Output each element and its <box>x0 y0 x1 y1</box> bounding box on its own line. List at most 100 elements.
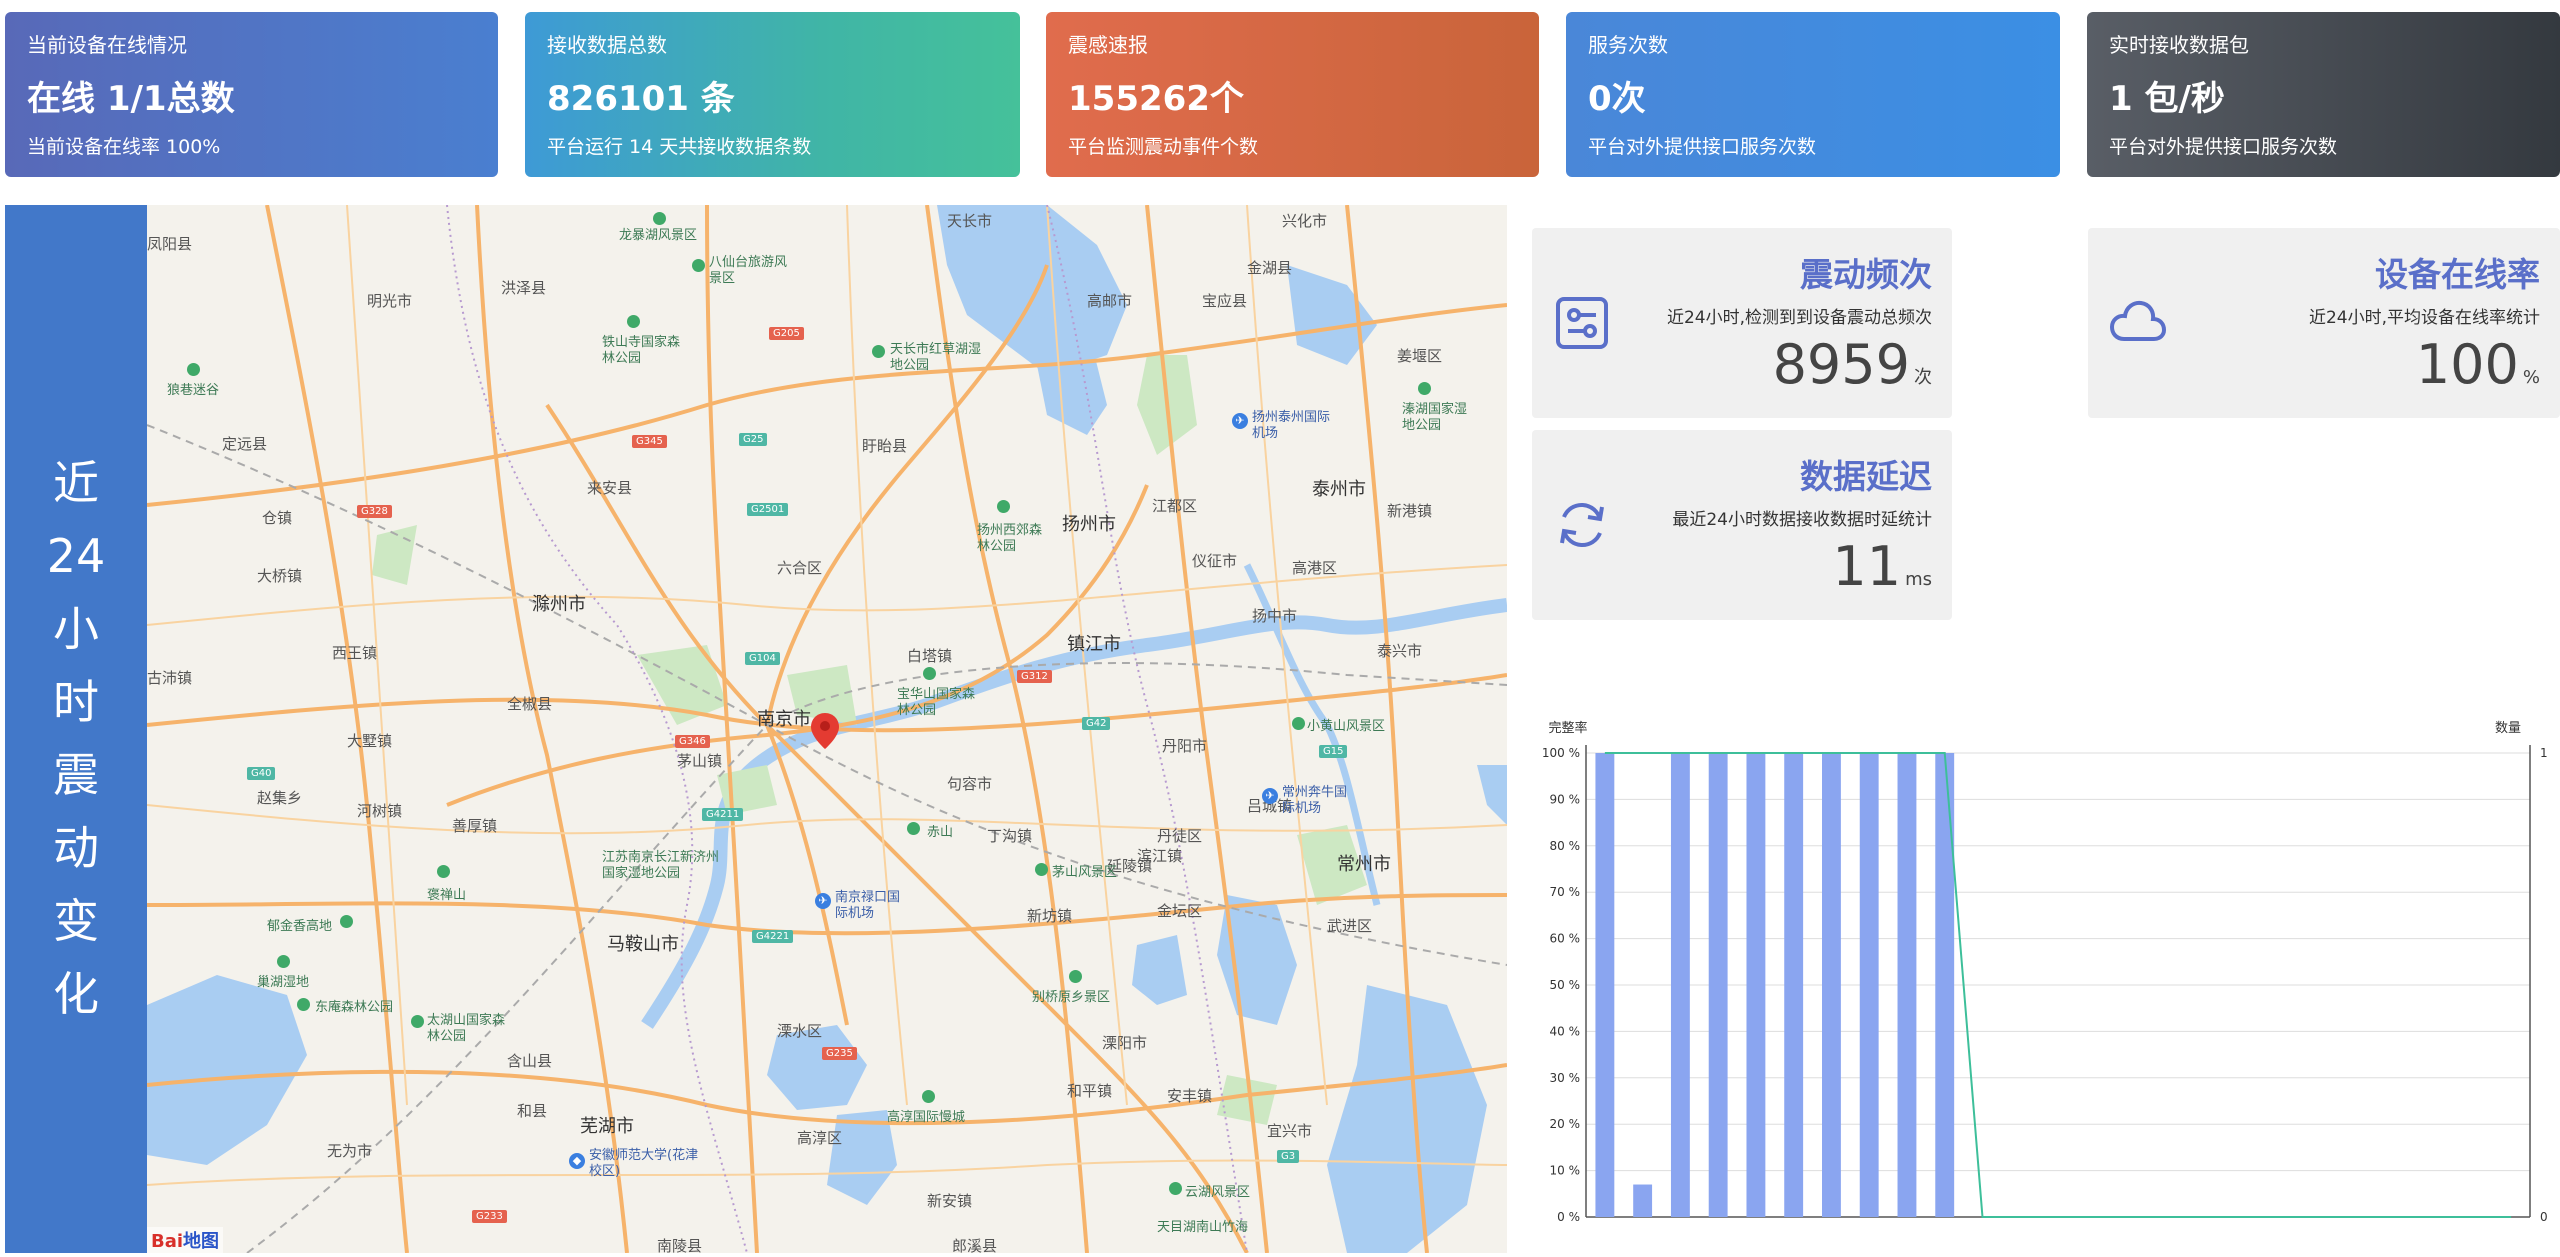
road-shield: G42 <box>1082 717 1111 730</box>
road-shield: G312 <box>1017 670 1052 683</box>
park-marker-icon <box>1292 717 1305 730</box>
info-card-title: 设备在线率 <box>2375 255 2540 294</box>
map-place-label: 滨江镇 <box>1137 847 1183 865</box>
map-place-label: 天长市 <box>947 212 993 230</box>
road-shield: G345 <box>632 435 667 448</box>
park-marker-icon <box>923 667 936 680</box>
chart-bar <box>1784 753 1804 1217</box>
map-park-label: 小黄山风景区 <box>1307 719 1386 734</box>
map-city-label: 南京市 <box>757 709 811 730</box>
map-place-label: 赵集乡 <box>257 789 303 807</box>
stat-card-value: 在线 1/1总数 <box>27 79 235 119</box>
info-card-number: 8959 <box>1772 333 1910 396</box>
stat-card-title: 服务次数 <box>1588 33 1668 57</box>
map-airport-label: 安徽师范大学(花津校区) <box>589 1148 699 1179</box>
map-place-label: 茅山镇 <box>677 752 723 770</box>
map-place-label: 武进区 <box>1327 917 1373 935</box>
map-park-label: 巢湖湿地 <box>257 975 310 990</box>
integrity-chart-svg: 完整率 数量100 %90 %80 %70 %60 %50 %40 %30 %20… <box>1542 720 2548 1224</box>
map-city-label: 常州市 <box>1337 854 1391 875</box>
map-place-label: 含山县 <box>507 1052 553 1070</box>
map-place-label: 和平镇 <box>1067 1082 1113 1100</box>
stat-card-subtitle: 平台运行 14 天共接收数据条数 <box>547 136 812 158</box>
map-place-label: 和县 <box>517 1102 548 1120</box>
map-park-label: 别桥原乡景区 <box>1032 990 1111 1005</box>
map-place-label: 洪泽县 <box>501 279 547 297</box>
vertical-title-char: 变 <box>53 894 99 948</box>
map-place-label: 高港区 <box>1292 559 1338 577</box>
chart-bar <box>1859 753 1879 1217</box>
road-shield: G328 <box>357 505 392 518</box>
vertical-title-char: 化 <box>53 967 99 1021</box>
map-park-label: 狼巷迷谷 <box>167 383 220 398</box>
left-tick-label: 80 % <box>1550 839 1581 853</box>
map-park-label: 东庵森林公园 <box>315 1000 394 1015</box>
info-card-value: 100% <box>2416 333 2540 396</box>
road-shield: G2501 <box>747 503 789 516</box>
map-place-label: 白塔镇 <box>907 647 953 665</box>
left-tick-label: 0 % <box>1557 1210 1580 1224</box>
baidu-map[interactable]: 南京市 扬州市 镇江市 滁州市 马鞍山市 芜湖市 常州市 泰州市 凤阳县 明光市… <box>147 205 1507 1253</box>
park-marker-icon <box>627 315 640 328</box>
left-tick-label: 50 % <box>1550 978 1581 992</box>
airport-plane-icon: ✈ <box>1262 788 1278 804</box>
map-place-label: 南陵县 <box>657 1237 703 1253</box>
road-shield: G346 <box>675 735 710 748</box>
map-city-label: 滁州市 <box>532 594 586 615</box>
map-place-label: 丹阳市 <box>1162 737 1208 755</box>
map-place-label: 无为市 <box>327 1142 373 1160</box>
map-place-label: 定远县 <box>222 435 268 453</box>
stat-card-received-total: 接收数据总数 826101 条 平台运行 14 天共接收数据条数 <box>525 12 1020 177</box>
info-card-subtitle: 近24小时,检测到到设备震动总频次 <box>1666 308 1932 328</box>
map-park-label: 郁金香高地 <box>267 919 333 934</box>
stat-card-subtitle: 平台对外提供接口服务次数 <box>2109 136 2338 158</box>
road-shield: G25 <box>739 433 768 446</box>
info-card-data-latency: 数据延迟 最近24小时数据接收数据时延统计 11 ms <box>1532 430 1952 620</box>
map-park-label: 龙暴湖风景区 <box>619 228 698 243</box>
integrity-chart: 完整率 数量 100 % 90 % 80 % 70 % 60 % 50 % 40 % 30 % 20… <box>1530 700 2560 1253</box>
location-pin-icon[interactable] <box>811 713 839 749</box>
stat-card-title: 震感速报 <box>1068 33 1148 57</box>
map-place-label: 明光市 <box>367 292 413 310</box>
info-card-unit: 次 <box>1914 367 1932 388</box>
map-park-label: 扬州西郊森林公园 <box>977 523 1043 554</box>
map-place-label: 大墅镇 <box>347 732 393 750</box>
map-place-label: 宜兴市 <box>1267 1122 1313 1140</box>
map-place-label: 凤阳县 <box>147 235 193 253</box>
map-airport-label: 扬州泰州国际机场 <box>1252 410 1331 441</box>
map-place-label: 姜堰区 <box>1397 347 1443 365</box>
chart-bar <box>1708 753 1728 1217</box>
map-place-label: 河树镇 <box>357 802 403 820</box>
park-marker-icon <box>692 259 705 272</box>
stat-card-service-count: 服务次数 0次 平台对外提供接口服务次数 <box>1566 12 2060 177</box>
info-card-value: 8959 次 <box>1773 333 1932 396</box>
left-tick-label: 100 % <box>1542 746 1580 760</box>
map-city-label: 扬州市 <box>1062 514 1116 535</box>
sliders-icon <box>1556 297 1608 349</box>
park-marker-icon <box>437 865 450 878</box>
park-marker-icon <box>187 363 200 376</box>
map-place-label: 宝应县 <box>1202 292 1248 310</box>
cloud-icon <box>2109 300 2167 341</box>
park-marker-icon <box>1069 970 1082 983</box>
chart-bar <box>1822 753 1841 1217</box>
chart-bar <box>1897 753 1917 1217</box>
stat-card-subtitle: 当前设备在线率 100% <box>27 136 221 158</box>
logo-text: 地图 <box>183 1231 220 1252</box>
map-place-label: 句容市 <box>947 775 993 793</box>
park-marker-icon <box>997 500 1010 513</box>
road-shield: G40 <box>247 767 276 780</box>
left-tick-label: 10 % <box>1550 1164 1581 1178</box>
stat-card-quake-report: 震感速报 155262个 平台监测震动事件个数 <box>1046 12 1539 177</box>
map-park-label: 高淳国际慢城 <box>887 1110 966 1125</box>
map-place-label: 溧水区 <box>777 1022 823 1040</box>
map-park-label: 江苏南京长江新济州国家湿地公园 <box>602 850 720 881</box>
info-card-subtitle: 近24小时,平均设备在线率统计 <box>2308 308 2540 328</box>
map-place-label: 江都区 <box>1152 497 1198 515</box>
left-tick-label: 20 % <box>1550 1117 1581 1131</box>
info-card-title: 数据延迟 <box>1800 457 1932 496</box>
park-marker-icon <box>1418 382 1431 395</box>
road-shield: G104 <box>745 652 780 665</box>
info-card-number: 100 <box>2415 333 2519 396</box>
park-marker-icon <box>1169 1182 1182 1195</box>
